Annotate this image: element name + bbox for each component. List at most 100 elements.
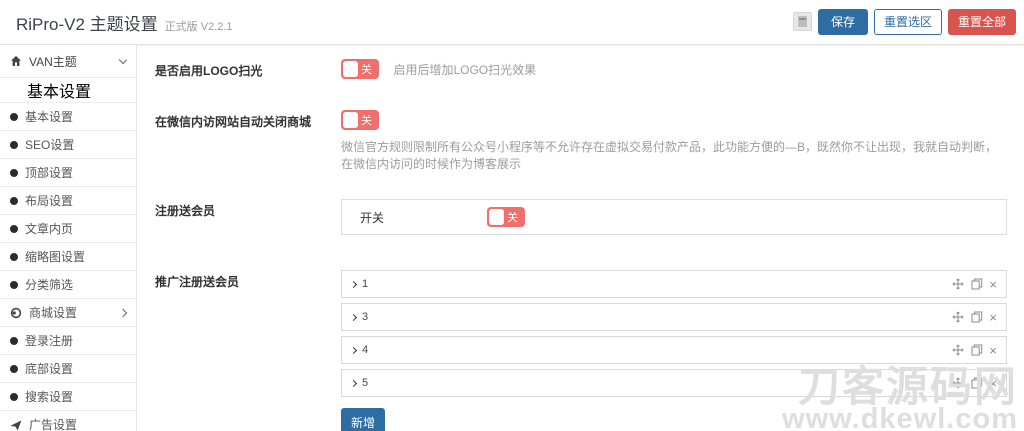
sidebar-item-ads[interactable]: 广告设置 — [0, 411, 136, 431]
sidebar-group-label: VAN主题 — [29, 54, 77, 69]
sidebar-item-label: 广告设置 — [29, 418, 78, 431]
dot-icon — [10, 196, 18, 205]
dot-icon — [10, 112, 18, 121]
add-item-button[interactable]: 新增 — [341, 408, 386, 431]
sidebar-item-label: 商城设置 — [29, 306, 78, 320]
accordion-item-5[interactable]: 5 × — [341, 369, 1007, 397]
dot-icon — [10, 140, 18, 149]
duplicate-icon[interactable] — [970, 311, 983, 324]
sidebar-item-shop[interactable]: 商城设置 — [0, 299, 136, 327]
accordion-item-1[interactable]: 1 × — [341, 270, 1007, 298]
sidebar-item-login-register[interactable]: 登录注册 — [0, 327, 136, 355]
sidebar-item-footer[interactable]: 底部设置 — [0, 355, 136, 383]
accordion-item-actions: × — [951, 278, 997, 291]
sidebar-subitem-basic-active[interactable]: 基本设置 — [0, 78, 136, 103]
sidebar-item-label: SEO设置 — [25, 138, 75, 152]
sidebar-item-top[interactable]: 顶部设置 — [0, 159, 136, 187]
sidebar-item-label: 分类筛选 — [25, 278, 74, 292]
sidebar-item-label: 顶部设置 — [25, 166, 74, 180]
sidebar-item-basic[interactable]: 基本设置 — [0, 103, 136, 131]
setting-label: 在微信内访网站自动关闭商城 — [155, 115, 312, 129]
chevron-right-icon — [349, 313, 358, 321]
accordion-item-title: 4 — [362, 344, 369, 356]
sidebar-subitem-label: 基本设置 — [27, 84, 92, 101]
chevron-right-icon — [118, 308, 128, 317]
page-title: RiPro-V2 主题设置 — [16, 14, 158, 34]
toggle-logo-shine[interactable]: 关 — [341, 59, 379, 79]
delete-icon[interactable]: × — [989, 311, 997, 324]
toggle-state-label: 关 — [361, 115, 372, 127]
sidebar-item-category-filter[interactable]: 分类筛选 — [0, 271, 136, 299]
dot-icon — [10, 252, 18, 261]
dot-icon — [10, 336, 18, 345]
sidebar-item-label: 布局设置 — [25, 194, 74, 208]
sidebar-item-label: 文章内页 — [25, 222, 74, 236]
dot-icon — [10, 224, 18, 233]
delete-icon[interactable]: × — [989, 278, 997, 291]
sidebar-item-label: 搜索设置 — [25, 390, 74, 404]
chevron-right-icon — [349, 346, 358, 354]
field-label: 开关 — [360, 210, 385, 225]
duplicate-icon[interactable] — [970, 278, 983, 291]
move-icon[interactable] — [951, 344, 964, 357]
sidebar-item-label: 基本设置 — [25, 110, 74, 124]
accordion-item-title: 1 — [362, 278, 369, 290]
setting-row-wechat-close-shop: 在微信内访网站自动关闭商城 关 微信官方规则限制所有公众号小程序等不允许存在虚拟… — [155, 110, 1007, 172]
sidebar-item-thumbnail[interactable]: 缩略图设置 — [0, 243, 136, 271]
accordion-item-actions: × — [951, 344, 997, 357]
delete-icon[interactable]: × — [989, 377, 997, 390]
accordion-item-4[interactable]: 4 × — [341, 336, 1007, 364]
delete-icon[interactable]: × — [989, 344, 997, 357]
setting-description: 微信官方规则限制所有公众号小程序等不允许存在虚拟交易付款产品，此功能方便的—B，… — [341, 140, 998, 171]
accordion-item-actions: × — [951, 377, 997, 390]
setting-label: 推广注册送会员 — [155, 275, 240, 289]
sidebar-item-post-page[interactable]: 文章内页 — [0, 215, 136, 243]
move-icon[interactable] — [951, 377, 964, 390]
sidebar-item-label: 登录注册 — [25, 334, 74, 348]
setting-row-referral-vip: 推广注册送会员 1 × 3 × 4 × 5 × 新增 — [155, 270, 1007, 431]
reset-all-button[interactable]: 重置全部 — [947, 8, 1016, 36]
toggle-register-vip[interactable]: 关 — [487, 207, 525, 227]
save-button[interactable]: 保存 — [817, 8, 868, 36]
sidebar-item-search[interactable]: 搜索设置 — [0, 383, 136, 411]
version-badge: 正式版 V2.2.1 — [164, 20, 233, 33]
toggle-knob — [343, 112, 358, 128]
toggle-wechat-close-shop[interactable]: 关 — [341, 110, 379, 130]
toggle-knob — [343, 61, 358, 77]
header-actions: 保存 重置选区 重置全部 — [792, 8, 1016, 36]
sidebar-item-label: 底部设置 — [25, 362, 74, 376]
target-circle-icon — [10, 307, 22, 319]
dot-icon — [10, 168, 18, 177]
duplicate-icon[interactable] — [970, 344, 983, 357]
setting-row-logo-shine: 是否启用LOGO扫光 关 启用后增加LOGO扫光效果 — [155, 59, 1007, 79]
setting-label: 是否启用LOGO扫光 — [155, 64, 263, 78]
paper-plane-icon — [10, 419, 22, 431]
accordion-item-actions: × — [951, 311, 997, 324]
register-vip-panel: 开关 关 — [341, 199, 1007, 235]
setting-row-register-vip: 注册送会员 开关 关 — [155, 199, 1007, 235]
settings-sidebar: VAN主题 基本设置 基本设置 SEO设置 顶部设置 布局设置 文章内页 缩略图… — [0, 45, 137, 431]
accordion-item-title: 3 — [362, 311, 369, 323]
header-title-area: RiPro-V2 主题设置 正式版 V2.2.1 — [16, 10, 233, 35]
collapse-menu-button[interactable] — [792, 12, 812, 32]
sidebar-group-van-theme[interactable]: VAN主题 — [0, 45, 136, 78]
chevron-right-icon — [349, 379, 358, 387]
accordion-item-3[interactable]: 3 × — [341, 303, 1007, 331]
move-icon[interactable] — [951, 311, 964, 324]
setting-description: 启用后增加LOGO扫光效果 — [393, 62, 537, 77]
sidebar-item-seo[interactable]: SEO设置 — [0, 131, 136, 159]
duplicate-icon[interactable] — [970, 377, 983, 390]
accordion-item-title: 5 — [362, 377, 369, 389]
reset-section-button[interactable]: 重置选区 — [873, 8, 942, 36]
settings-main-panel: 是否启用LOGO扫光 关 启用后增加LOGO扫光效果 在微信内访网站自动关闭商城… — [137, 45, 1024, 431]
dot-icon — [10, 280, 18, 289]
home-icon — [10, 55, 22, 67]
toggle-state-label: 关 — [361, 64, 372, 76]
toggle-knob — [489, 209, 504, 225]
header-bar: RiPro-V2 主题设置 正式版 V2.2.1 保存 重置选区 重置全部 — [0, 0, 1024, 45]
move-icon[interactable] — [951, 278, 964, 291]
page-icon — [797, 16, 807, 28]
toggle-state-label: 关 — [507, 212, 518, 224]
sidebar-item-layout[interactable]: 布局设置 — [0, 187, 136, 215]
chevron-down-icon — [118, 55, 128, 64]
